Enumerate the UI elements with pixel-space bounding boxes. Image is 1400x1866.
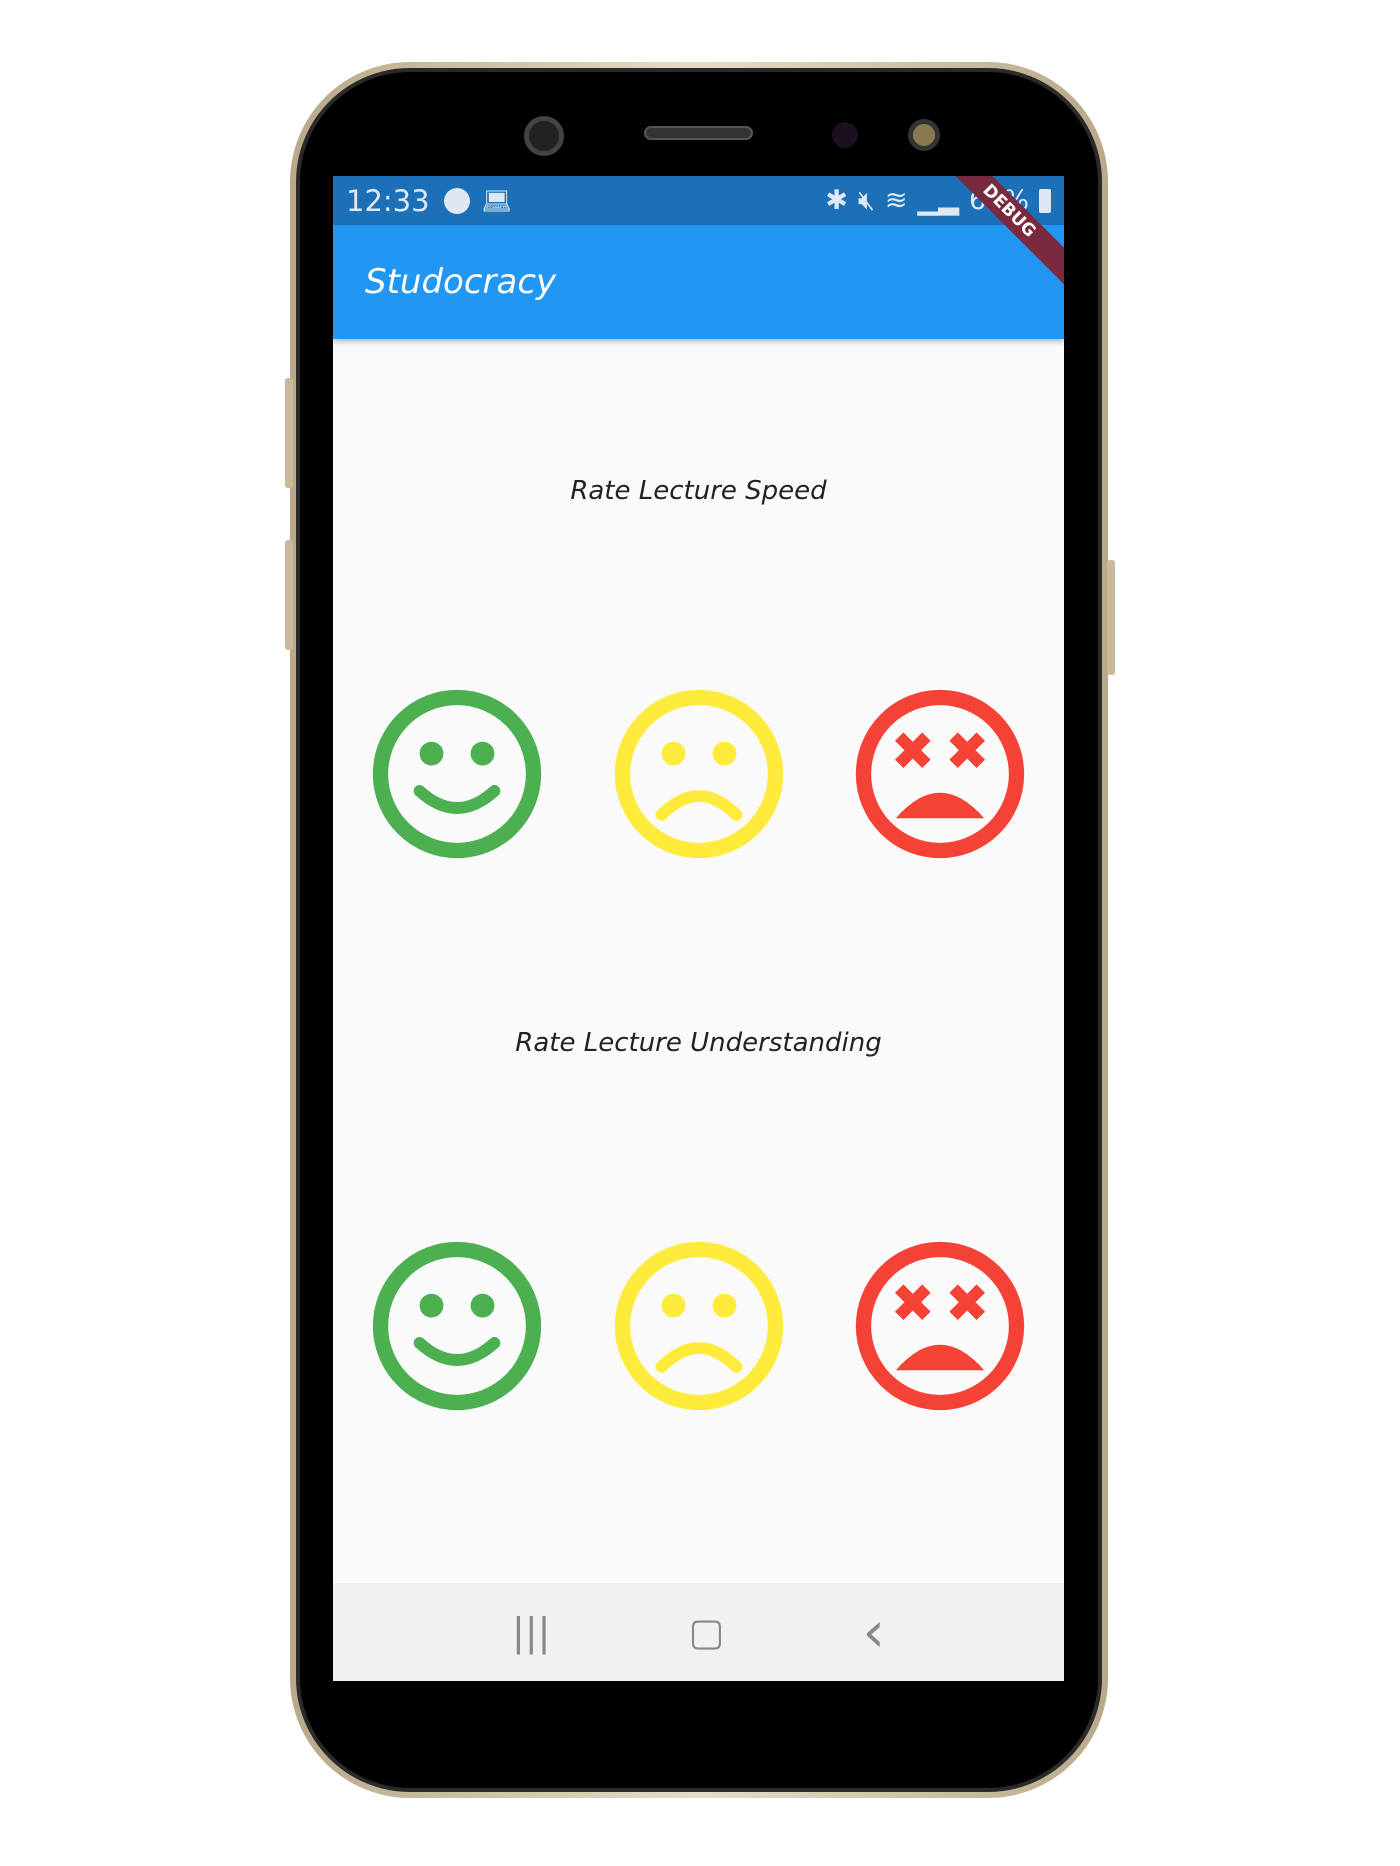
home-button[interactable]: ▢ — [689, 1610, 725, 1654]
battery-icon — [1039, 188, 1051, 213]
speed-section-title: Rate Lecture Speed — [570, 476, 827, 506]
rate-happy-face-icon[interactable] — [372, 1241, 542, 1411]
sensor-icon — [832, 122, 858, 148]
front-camera-icon — [524, 116, 564, 156]
screen: 12:33 💻︎ ✱ 🔇︎ ≋ ▁▂ 62% DEBUG Studocracy … — [333, 176, 1064, 1681]
rate-sad-face-icon[interactable] — [614, 1241, 784, 1411]
rate-dead-face-icon[interactable] — [855, 689, 1025, 859]
navigation-bar: ||| ▢ ‹ — [333, 1583, 1064, 1681]
status-time: 12:33 — [346, 183, 430, 218]
signal-icon: ▁▂ — [917, 185, 959, 216]
earpiece-speaker — [644, 126, 753, 140]
rate-dead-face-icon[interactable] — [855, 1241, 1025, 1411]
app-bar: Studocracy — [333, 225, 1064, 339]
flash-icon — [908, 119, 940, 151]
mute-icon: 🔇︎ — [857, 184, 875, 216]
bixby-button — [285, 540, 293, 650]
status-bar: 12:33 💻︎ ✱ 🔇︎ ≋ ▁▂ 62% — [333, 176, 1064, 225]
app-title: Studocracy — [365, 262, 557, 302]
volume-button — [285, 378, 293, 488]
spotify-icon — [443, 187, 470, 214]
back-button[interactable]: ‹ — [863, 1600, 885, 1665]
power-button — [1107, 560, 1115, 675]
rate-sad-face-icon[interactable] — [614, 689, 784, 859]
rate-happy-face-icon[interactable] — [372, 689, 542, 859]
wifi-icon: ≋ — [884, 185, 908, 216]
recents-button[interactable]: ||| — [512, 1610, 550, 1654]
understanding-section-title: Rate Lecture Understanding — [515, 1028, 882, 1058]
bluetooth-icon: ✱ — [825, 185, 848, 216]
laptop-icon: 💻︎ — [481, 186, 513, 215]
